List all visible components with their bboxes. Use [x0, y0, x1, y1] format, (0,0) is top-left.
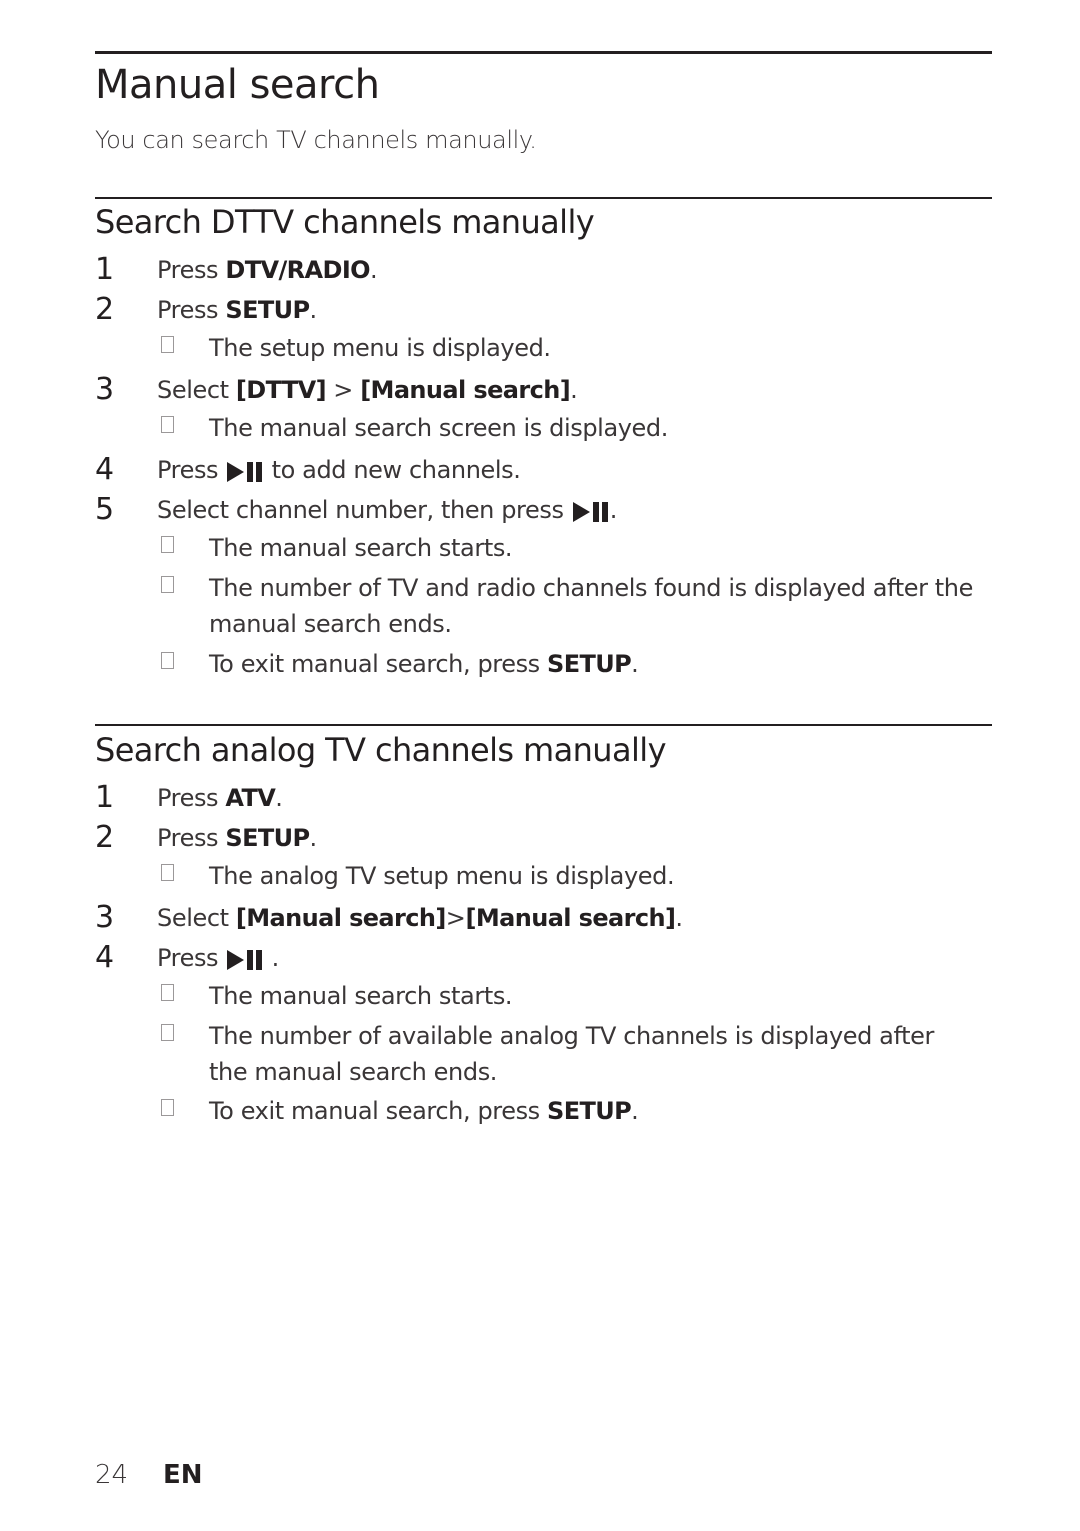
checkbox-bullet-icon: [161, 416, 174, 433]
section-rule: [95, 724, 992, 726]
key-label: DTV/RADIO: [225, 256, 370, 284]
step-number: 3: [95, 900, 114, 935]
menu-path: [DTTV]: [235, 376, 327, 404]
step-number: 4: [95, 452, 114, 487]
step-number: 2: [95, 292, 114, 327]
checkbox-bullet-icon: [161, 1099, 174, 1116]
language-code: EN: [163, 1460, 203, 1490]
menu-path: [Manual search]: [465, 904, 676, 932]
step-number: 3: [95, 372, 114, 407]
step-number: 5: [95, 492, 114, 527]
play-pause-icon: [227, 945, 263, 973]
menu-path: [Manual search]: [360, 376, 571, 404]
checkbox-bullet-icon: [161, 864, 174, 881]
key-label: SETUP: [547, 650, 632, 678]
step-number: 1: [95, 252, 114, 287]
checkbox-bullet-icon: [161, 984, 174, 1001]
section-heading-dttv: Search DTTV channels manually: [95, 203, 595, 241]
top-rule: [95, 51, 992, 54]
page-title: Manual search: [95, 62, 380, 108]
section-rule: [95, 197, 992, 199]
page-footer: 24 EN: [95, 1460, 203, 1490]
menu-path: [Manual search]: [235, 904, 446, 932]
checkbox-bullet-icon: [161, 1024, 174, 1041]
key-label: SETUP: [225, 824, 310, 852]
step-number: 1: [95, 780, 114, 815]
play-pause-icon: [572, 497, 608, 525]
key-label: ATV: [225, 784, 276, 812]
checkbox-bullet-icon: [161, 652, 174, 669]
step-number: 4: [95, 940, 114, 975]
key-label: SETUP: [225, 296, 310, 324]
page-number: 24: [95, 1460, 129, 1490]
step-number: 2: [95, 820, 114, 855]
checkbox-bullet-icon: [161, 336, 174, 353]
key-label: SETUP: [547, 1097, 632, 1125]
checkbox-bullet-icon: [161, 576, 174, 593]
intro-text: You can search TV channels manually.: [95, 126, 537, 154]
checkbox-bullet-icon: [161, 536, 174, 553]
section-heading-analog: Search analog TV channels manually: [95, 731, 667, 769]
play-pause-icon: [227, 457, 263, 485]
